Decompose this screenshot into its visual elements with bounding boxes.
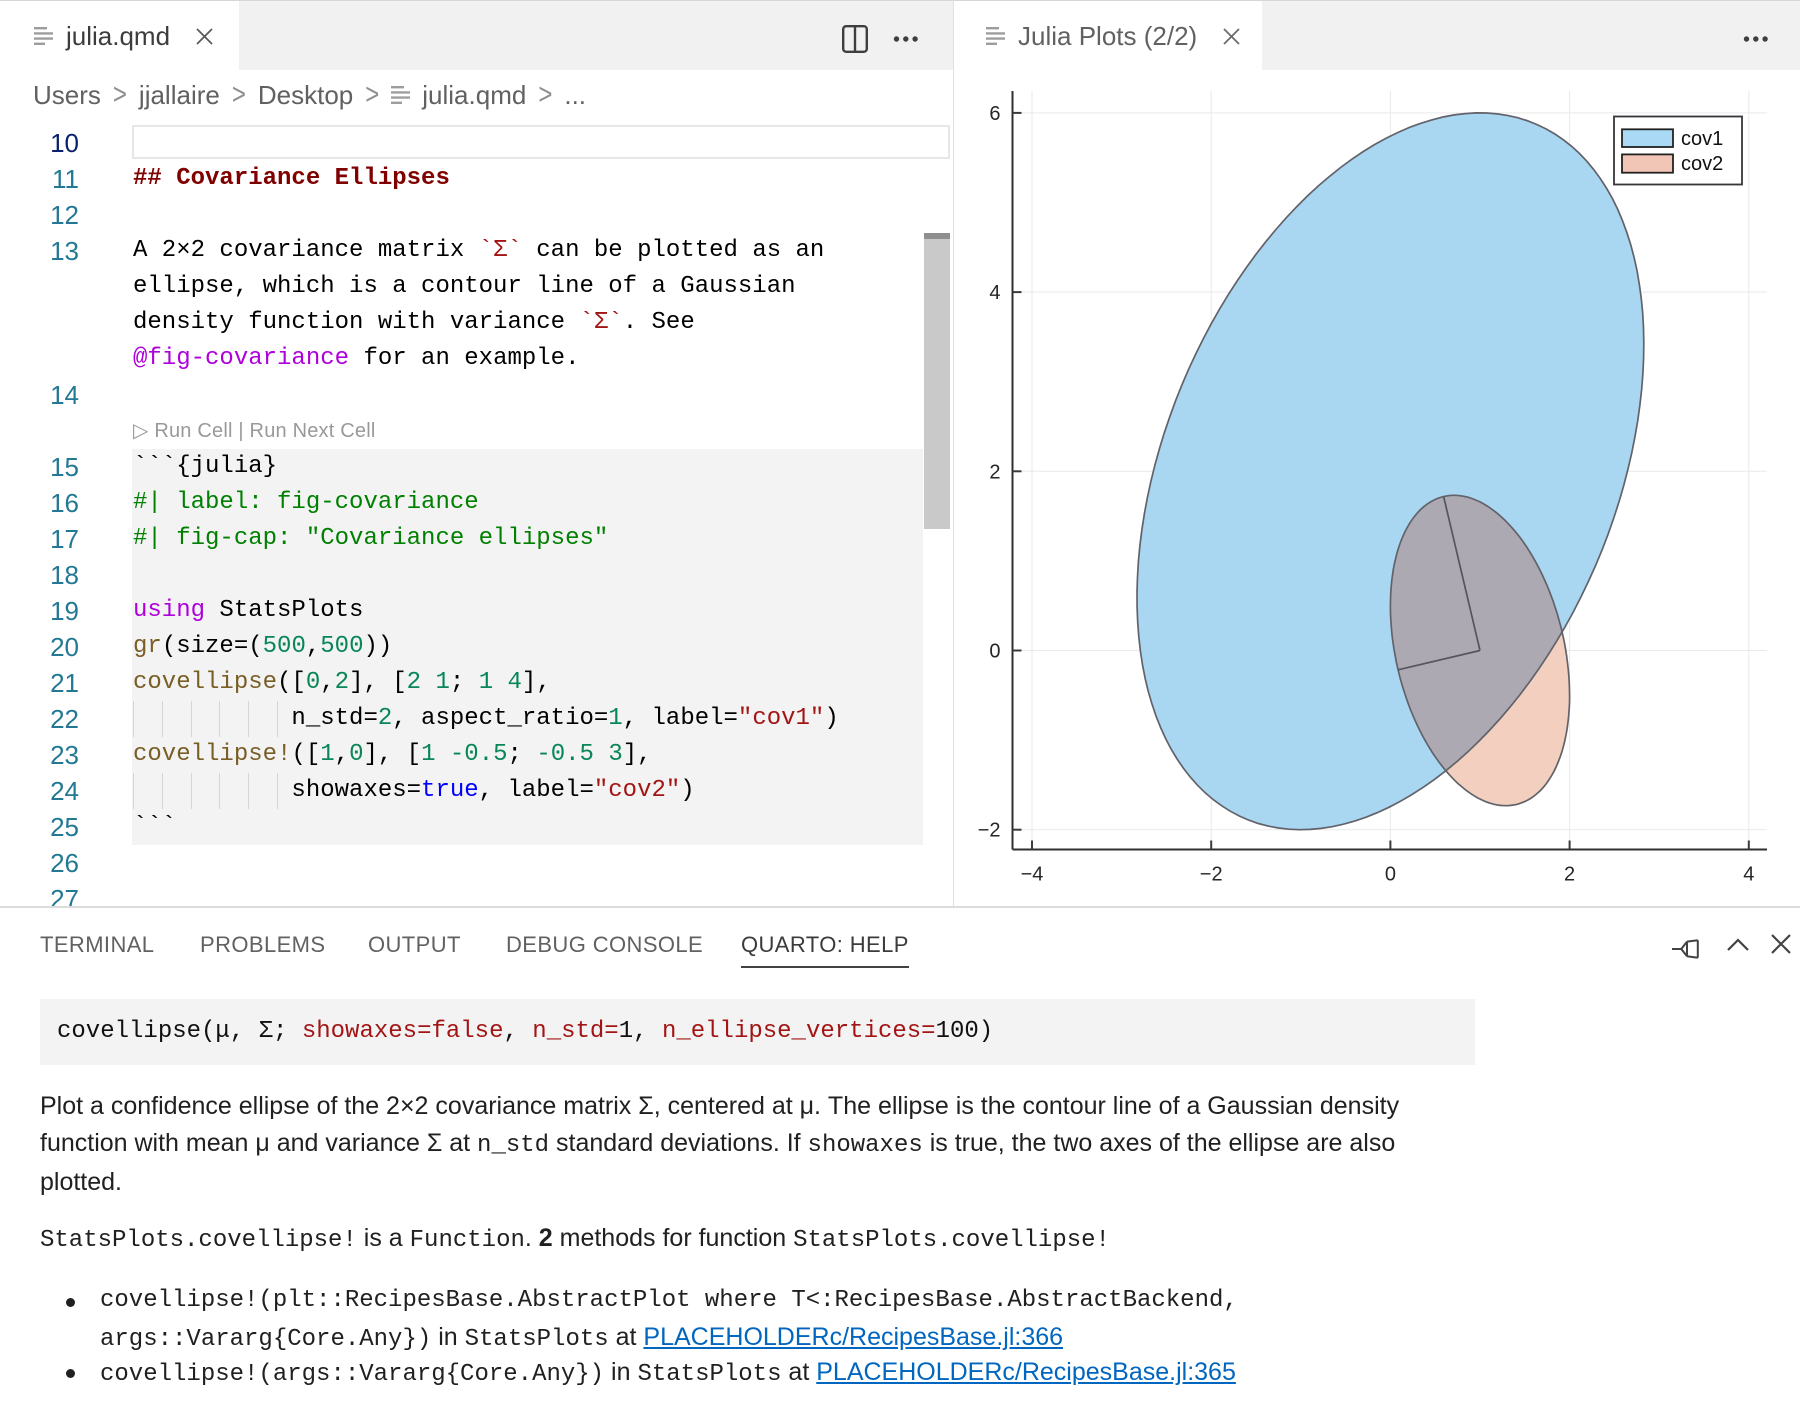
svg-text:0: 0 — [1385, 864, 1396, 886]
svg-text:4: 4 — [989, 282, 1000, 304]
svg-text:4: 4 — [1743, 864, 1754, 886]
svg-text:2: 2 — [989, 461, 1000, 483]
svg-text:−2: −2 — [978, 820, 1001, 842]
svg-text:6: 6 — [989, 103, 1000, 125]
svg-text:2: 2 — [1564, 864, 1575, 886]
svg-text:cov2: cov2 — [1681, 153, 1723, 175]
svg-text:0: 0 — [989, 641, 1000, 663]
svg-text:−2: −2 — [1200, 864, 1223, 886]
svg-text:−4: −4 — [1021, 864, 1044, 886]
svg-text:cov1: cov1 — [1681, 128, 1723, 150]
